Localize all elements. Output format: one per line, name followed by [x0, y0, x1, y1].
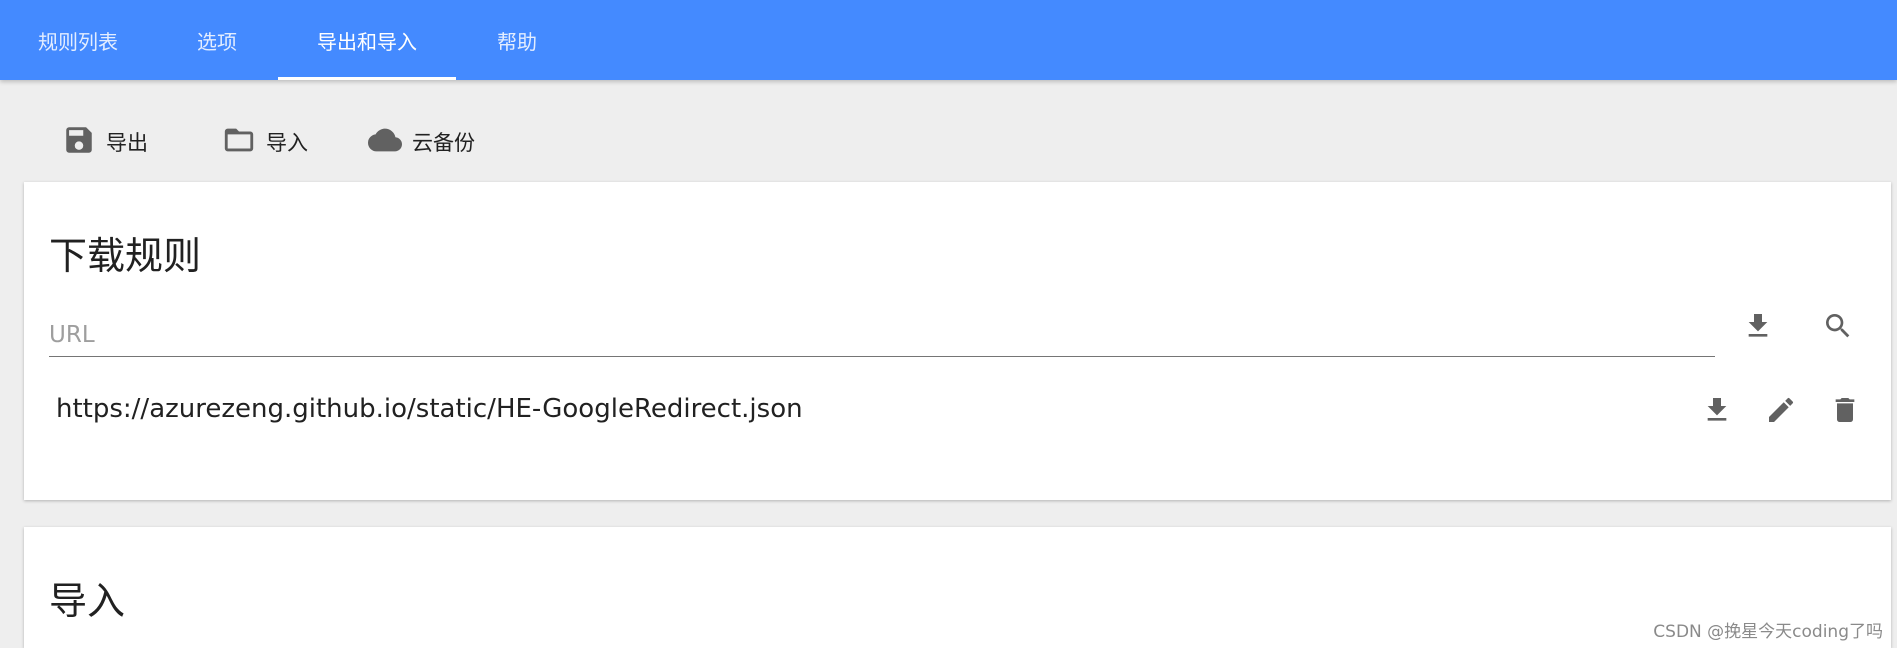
search-icon [1822, 310, 1854, 346]
tab-help[interactable]: 帮助 [456, 0, 578, 80]
watermark: CSDN @挽星今天coding了吗 [1653, 622, 1883, 642]
rule-url: https://azurezeng.github.io/static/HE-Go… [56, 394, 803, 424]
export-button[interactable]: 导出 [62, 122, 148, 162]
tab-options[interactable]: 选项 [156, 0, 278, 80]
tab-rule-list[interactable]: 规则列表 [0, 0, 156, 80]
folder-icon [222, 123, 256, 162]
cloud-icon [368, 123, 402, 162]
download-icon [1742, 310, 1774, 346]
cloud-backup-label: 云备份 [412, 131, 475, 155]
import-button[interactable]: 导入 [222, 122, 308, 162]
edit-icon [1765, 394, 1797, 430]
export-label: 导出 [106, 131, 148, 155]
top-nav-bar: 规则列表 选项 导出和导入 帮助 [0, 0, 1897, 80]
search-button[interactable] [1818, 308, 1858, 348]
import-section-title: 导入 [49, 579, 126, 623]
rule-download-button[interactable] [1697, 392, 1737, 432]
rule-edit-button[interactable] [1761, 392, 1801, 432]
cloud-backup-button[interactable]: 云备份 [368, 122, 475, 162]
import-label: 导入 [266, 131, 308, 155]
url-input[interactable] [49, 314, 1715, 357]
download-url-button[interactable] [1738, 308, 1778, 348]
download-rules-card: 下载规则 https://azurezeng.github.io/static/… [24, 182, 1891, 500]
download-rules-title: 下载规则 [49, 234, 202, 278]
delete-icon [1829, 394, 1861, 430]
rule-delete-button[interactable] [1825, 392, 1865, 432]
import-card: 导入 [24, 527, 1891, 648]
download-icon [1701, 394, 1733, 430]
save-icon [62, 123, 96, 162]
tab-export-import[interactable]: 导出和导入 [278, 0, 456, 80]
